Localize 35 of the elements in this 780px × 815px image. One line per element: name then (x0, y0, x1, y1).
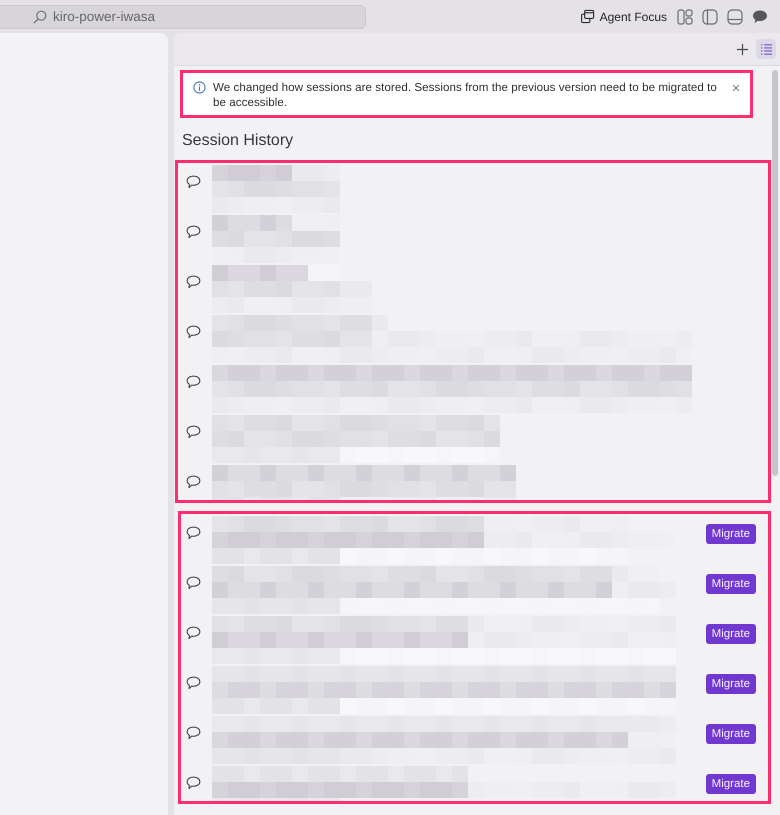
speech-bubble-icon (186, 375, 201, 389)
info-icon (193, 81, 206, 94)
migrate-button[interactable]: Migrate (706, 724, 756, 744)
migrate-button[interactable]: Migrate (706, 524, 756, 544)
migrate-button[interactable]: Migrate (706, 674, 756, 694)
chat-icon[interactable] (752, 8, 768, 24)
speech-bubble-icon (186, 526, 201, 540)
speech-bubble-icon (186, 425, 201, 439)
migrate-button[interactable]: Migrate (706, 574, 756, 594)
sidebar-toggle-icon[interactable] (702, 8, 718, 24)
layout-icon[interactable] (677, 8, 693, 24)
speech-bubble-icon (186, 676, 201, 690)
close-icon[interactable] (732, 84, 740, 92)
list-icon (760, 42, 772, 56)
speech-bubble-icon (186, 225, 201, 239)
search-icon (33, 10, 47, 24)
migrate-button[interactable]: Migrate (706, 774, 756, 794)
notice-text: We changed how sessions are stored. Sessions from the previous version need to be migrated to be accessible. (213, 80, 718, 110)
windows-icon (580, 9, 595, 24)
scrollbar[interactable] (772, 70, 778, 476)
speech-bubble-icon (186, 726, 201, 740)
speech-bubble-icon (186, 325, 201, 339)
speech-bubble-icon (186, 576, 201, 590)
command-center[interactable]: kiro-power-iwasa (0, 4, 366, 28)
speech-bubble-icon (186, 475, 201, 489)
agent-focus-button[interactable]: Agent Focus (580, 9, 667, 24)
speech-bubble-icon (186, 776, 201, 790)
speech-bubble-icon (186, 626, 201, 640)
speech-bubble-icon (186, 275, 201, 289)
plus-icon (736, 42, 748, 56)
migrate-button[interactable]: Migrate (706, 624, 756, 644)
panel-toggle-icon[interactable] (727, 8, 743, 24)
section-title: Session History (182, 131, 294, 151)
session-list-button[interactable] (756, 39, 776, 59)
speech-bubble-icon (186, 175, 201, 189)
